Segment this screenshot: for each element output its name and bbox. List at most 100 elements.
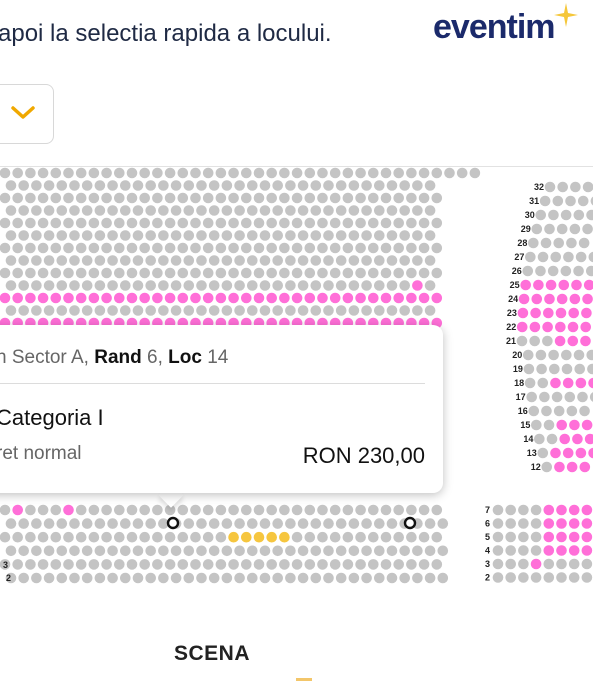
seat[interactable]: [573, 209, 585, 221]
seat[interactable]: [164, 192, 176, 204]
seat[interactable]: [272, 545, 284, 557]
seat[interactable]: [241, 267, 252, 279]
seat[interactable]: [253, 242, 265, 254]
seat[interactable]: [234, 180, 245, 191]
seat[interactable]: [152, 292, 163, 304]
seat[interactable]: [546, 433, 558, 445]
seat[interactable]: [412, 545, 423, 557]
seat[interactable]: [177, 504, 189, 516]
seat[interactable]: [568, 558, 580, 570]
seat[interactable]: [94, 180, 106, 191]
seat[interactable]: [412, 305, 423, 316]
seat[interactable]: [399, 255, 411, 266]
seat[interactable]: [266, 531, 278, 543]
seat[interactable]: [196, 518, 207, 529]
seat[interactable]: [361, 518, 372, 529]
seat[interactable]: [431, 504, 443, 516]
seat[interactable]: [304, 242, 316, 254]
seat[interactable]: [412, 180, 423, 191]
seat[interactable]: [304, 504, 316, 516]
seat[interactable]: [317, 559, 328, 570]
seat[interactable]: [518, 545, 529, 556]
seat[interactable]: [152, 242, 163, 254]
seat[interactable]: [310, 255, 322, 266]
seat[interactable]: [323, 518, 334, 529]
seat[interactable]: [272, 180, 284, 191]
seat[interactable]: [537, 251, 549, 263]
seat[interactable]: [50, 267, 62, 279]
seat[interactable]: [566, 461, 578, 473]
seat[interactable]: [101, 217, 112, 229]
seat[interactable]: [101, 504, 112, 516]
seat[interactable]: [272, 572, 284, 584]
seat[interactable]: [0, 531, 11, 543]
seat[interactable]: [573, 265, 584, 277]
seat[interactable]: [431, 242, 443, 254]
seat[interactable]: [132, 305, 144, 316]
seat[interactable]: [37, 267, 49, 279]
seat[interactable]: [329, 559, 341, 570]
seat[interactable]: [259, 305, 271, 316]
seat[interactable]: [368, 559, 379, 570]
seat[interactable]: [304, 292, 316, 304]
seat[interactable]: [126, 217, 138, 229]
seat[interactable]: [114, 531, 125, 543]
seat[interactable]: [317, 167, 328, 179]
seat[interactable]: [164, 217, 176, 229]
seat[interactable]: [544, 223, 555, 235]
seat[interactable]: [241, 292, 252, 304]
seat[interactable]: [25, 531, 36, 543]
seat[interactable]: [418, 292, 430, 304]
seat[interactable]: [107, 545, 118, 557]
seat[interactable]: [190, 217, 201, 229]
seat[interactable]: [566, 237, 577, 249]
seat[interactable]: [177, 167, 189, 179]
seat[interactable]: [492, 518, 504, 529]
seat[interactable]: [266, 242, 278, 254]
seat[interactable]: [556, 518, 567, 529]
seat[interactable]: [170, 280, 182, 291]
seat[interactable]: [518, 572, 529, 583]
seat[interactable]: [581, 504, 593, 516]
seat[interactable]: [88, 167, 100, 179]
seat[interactable]: [196, 180, 207, 191]
seat[interactable]: [380, 242, 392, 254]
seat[interactable]: [567, 335, 579, 347]
seat[interactable]: [126, 192, 138, 204]
seat[interactable]: [152, 192, 163, 204]
seat[interactable]: [399, 545, 411, 557]
seat[interactable]: [584, 433, 593, 445]
seat[interactable]: [259, 545, 271, 557]
seat[interactable]: [543, 531, 555, 543]
seat[interactable]: [386, 180, 398, 191]
seat[interactable]: [536, 363, 547, 375]
seat[interactable]: [310, 518, 322, 529]
seat[interactable]: [550, 251, 562, 263]
seat[interactable]: [285, 205, 296, 216]
seat[interactable]: [183, 545, 195, 557]
seat[interactable]: [574, 363, 586, 375]
seat[interactable]: [406, 167, 417, 179]
seat[interactable]: [355, 559, 366, 570]
seat[interactable]: [531, 419, 542, 431]
seat[interactable]: [374, 518, 385, 529]
seat[interactable]: [575, 447, 587, 459]
seat[interactable]: [75, 559, 87, 570]
seat[interactable]: [581, 545, 593, 556]
seat[interactable]: [380, 292, 392, 304]
seat[interactable]: [18, 205, 30, 216]
seat[interactable]: [520, 279, 532, 291]
seat[interactable]: [518, 558, 529, 570]
seat[interactable]: [170, 572, 182, 584]
seat[interactable]: [120, 255, 131, 266]
seat[interactable]: [259, 280, 271, 291]
seat[interactable]: [534, 433, 545, 445]
seat[interactable]: [412, 230, 423, 241]
seat[interactable]: [18, 180, 30, 191]
seat[interactable]: [177, 531, 189, 543]
seat[interactable]: [114, 267, 125, 279]
seat[interactable]: [279, 167, 290, 179]
seat[interactable]: [374, 205, 385, 216]
seat[interactable]: [310, 572, 322, 584]
seat[interactable]: [329, 242, 341, 254]
